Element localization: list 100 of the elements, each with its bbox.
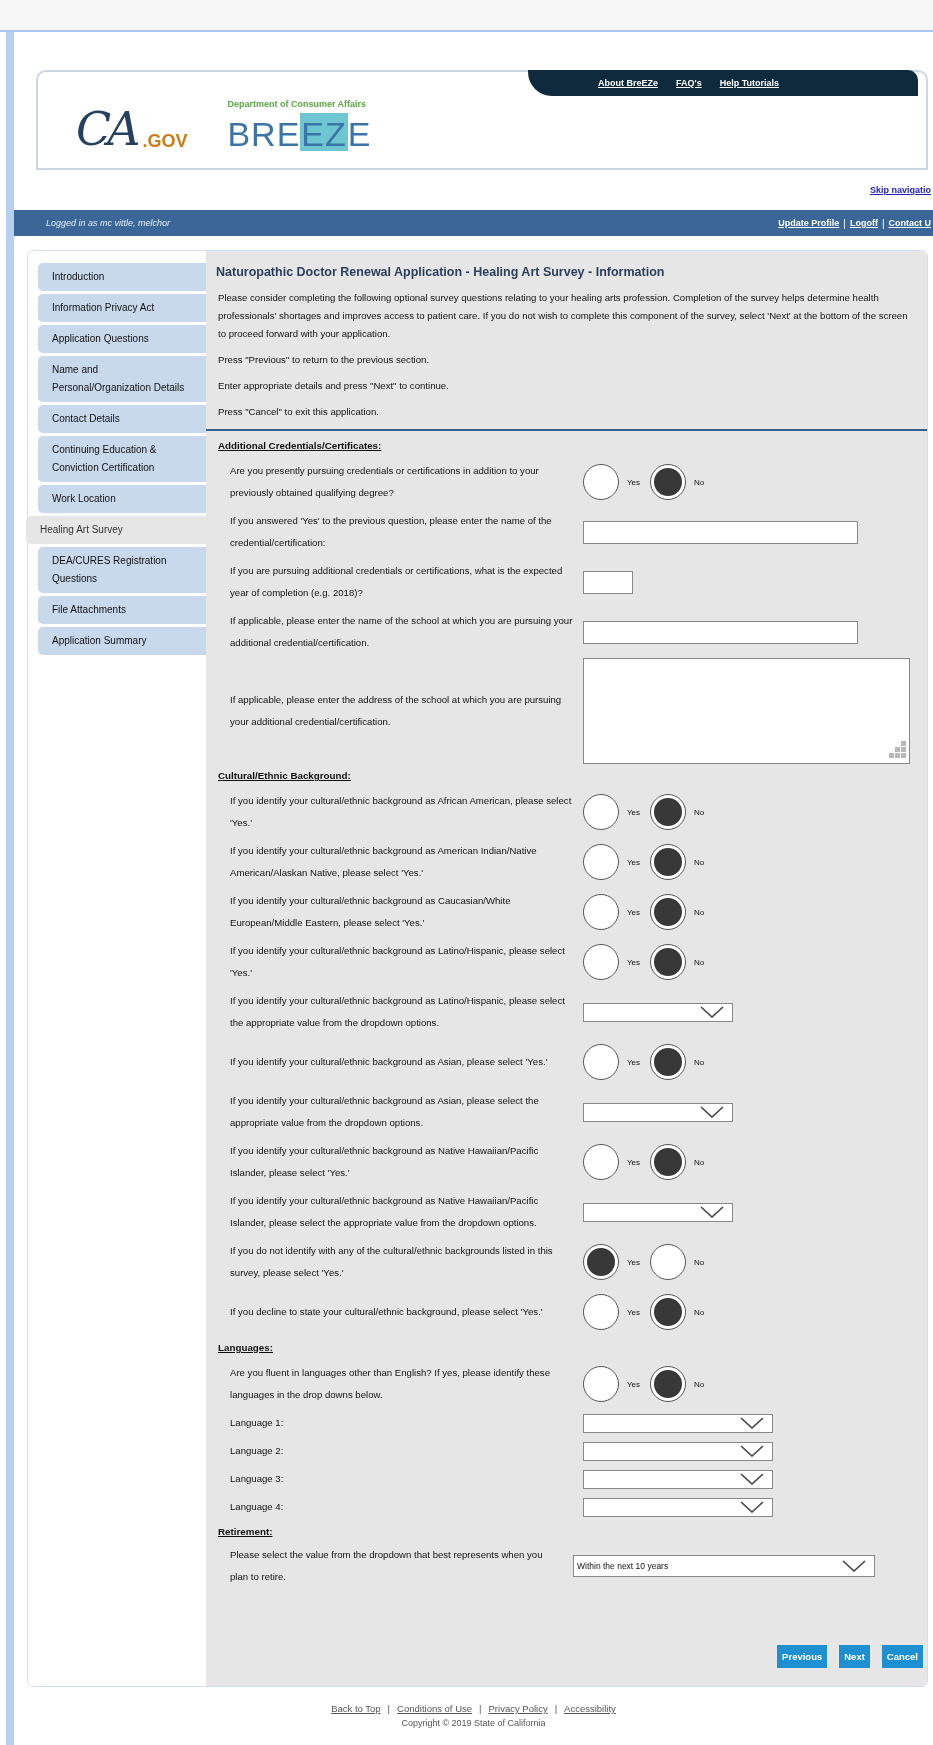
radio-button[interactable]: [583, 1366, 619, 1402]
question-text: Language 2:: [229, 1444, 285, 1458]
ca-gov-logo[interactable]: CA.GOV: [76, 88, 188, 152]
sidebar-item[interactable]: Introduction: [38, 263, 206, 291]
question-text: If you identify your cultural/ethnic background as African American, please select 'Yes.': [229, 794, 573, 830]
radio-button[interactable]: [583, 944, 619, 980]
user-link[interactable]: Contact U: [888, 218, 931, 228]
radio-button[interactable]: [583, 1244, 619, 1280]
radio-label: Yes: [627, 1057, 641, 1067]
dropdown[interactable]: Within the next 10 years: [573, 1555, 875, 1577]
sidebar-item[interactable]: File Attachments: [38, 596, 206, 624]
radio-button[interactable]: [650, 1244, 687, 1280]
dropdown[interactable]: [583, 1441, 773, 1461]
dropdown[interactable]: [583, 1002, 733, 1022]
radio-label: No: [694, 857, 705, 867]
question-text: If you do not identify with any of the cultural/ethnic backgrounds listed in this survey, please select 'Yes.': [229, 1244, 554, 1280]
header-link[interactable]: Help Tutorials: [719, 78, 779, 88]
radio-button[interactable]: [650, 1044, 687, 1080]
sidebar-item[interactable]: Healing Art Survey: [26, 516, 206, 544]
footer-link[interactable]: Conditions of Use: [397, 1703, 473, 1714]
nav-button[interactable]: Previous: [777, 1645, 828, 1668]
radio-button[interactable]: [650, 944, 687, 980]
question-text: If applicable, please enter the address of the school at which you are pursuing your additional credential/certification.: [229, 693, 563, 729]
radio-button[interactable]: [583, 894, 619, 930]
input-field[interactable]: [583, 520, 858, 544]
radio-button[interactable]: [650, 1144, 687, 1180]
radio-label: Yes: [627, 1379, 641, 1389]
question-text: If you identify your cultural/ethnic background as Latino/Hispanic, please select the appropriate value from the dropdown options.: [229, 994, 566, 1030]
radio-label: No: [694, 957, 705, 967]
instruction-text: Enter appropriate details and press "Next" to continue.: [218, 379, 450, 393]
sidebar-item[interactable]: Work Location: [38, 485, 206, 513]
sidebar-item[interactable]: Continuing Education & Conviction Certification: [38, 436, 206, 482]
radio-label: Yes: [627, 1307, 641, 1317]
sidebar-item[interactable]: Contact Details: [38, 405, 206, 433]
dropdown[interactable]: [583, 1413, 773, 1433]
radio-label: No: [694, 477, 705, 487]
breeze-logo: BREEZE: [227, 113, 372, 151]
header-link[interactable]: FAQ's: [676, 78, 702, 88]
separator: |: [843, 217, 846, 229]
radio-label: No: [694, 1379, 705, 1389]
footer-link[interactable]: Privacy Policy: [488, 1703, 548, 1714]
radio-button[interactable]: [583, 1044, 619, 1080]
radio-button[interactable]: [583, 844, 619, 880]
instruction-text: Press "Cancel" to exit this application.: [218, 405, 380, 419]
radio-label: Yes: [627, 1157, 641, 1167]
radio-button[interactable]: [650, 1366, 687, 1402]
dropdown[interactable]: [583, 1469, 773, 1489]
section-heading: Retirement:: [218, 1525, 274, 1539]
question-text: Language 3:: [229, 1472, 285, 1486]
header-link[interactable]: About BreEZe: [598, 78, 658, 88]
page-title: Naturopathic Doctor Renewal Application - Healing Art Survey - Information: [215, 264, 666, 281]
sidebar-item[interactable]: Application Questions: [38, 325, 206, 353]
sidebar-item[interactable]: Name and Personal/Organization Details: [38, 356, 206, 402]
chevron-down-icon: [740, 1501, 764, 1513]
question-text: If you identify your cultural/ethnic background as Native Hawaiian/Pacific Islander, please select the appropriate value from the dropdown options.: [229, 1194, 540, 1230]
radio-label: No: [694, 1157, 705, 1167]
section-heading: Cultural/Ethnic Background:: [218, 769, 352, 783]
radio-button[interactable]: [650, 794, 687, 830]
radio-button[interactable]: [583, 794, 619, 830]
radio-label: Yes: [627, 957, 641, 967]
question-text: If you identify your cultural/ethnic background as American Indian/Native American/Alaskan Native, please select 'Yes.': [229, 844, 538, 880]
user-link[interactable]: Logoff: [849, 218, 878, 228]
skip-navigation-link[interactable]: Skip navigatio: [870, 185, 931, 195]
input-field[interactable]: [583, 620, 858, 644]
user-link[interactable]: Update Profile: [778, 218, 840, 228]
separator: |: [554, 1703, 558, 1714]
section-heading: Additional Credentials/Certificates:: [218, 439, 383, 453]
question-text: If you identify your cultural/ethnic background as Latino/Hispanic, please select 'Yes.': [229, 944, 566, 980]
nav-button[interactable]: Cancel: [881, 1645, 923, 1668]
radio-button[interactable]: [583, 464, 619, 500]
footer-link[interactable]: Accessibility: [564, 1703, 616, 1714]
dropdown[interactable]: [583, 1102, 733, 1122]
radio-button[interactable]: [650, 894, 687, 930]
radio-button[interactable]: [650, 1294, 687, 1330]
separator: |: [881, 217, 885, 229]
dropdown[interactable]: [583, 1497, 773, 1517]
footer-link[interactable]: Back to Top: [331, 1703, 381, 1714]
question-text: Please select the value from the dropdown that best represents when you plan to retire.: [229, 1548, 544, 1584]
radio-button[interactable]: [650, 464, 687, 500]
sidebar-item[interactable]: Application Summary: [38, 627, 206, 655]
logged-in-text: Logged in as mc vittle, melchor: [46, 218, 171, 228]
chevron-down-icon: [740, 1445, 764, 1457]
radio-button[interactable]: [583, 1144, 619, 1180]
nav-button[interactable]: Next: [839, 1645, 870, 1668]
sidebar-item[interactable]: Information Privacy Act: [38, 294, 206, 322]
radio-button[interactable]: [583, 1294, 619, 1330]
address-textarea[interactable]: [583, 658, 910, 764]
sidebar-item[interactable]: DEA/CURES Registration Questions: [38, 547, 206, 593]
year-field[interactable]: [583, 570, 633, 594]
separator: |: [479, 1703, 482, 1714]
radio-button[interactable]: [650, 844, 687, 880]
question-text: Are you fluent in languages other than English? If yes, please identify these languages in the drop downs below.: [229, 1366, 551, 1402]
department-name: Department of Consumer Affairs: [227, 99, 367, 109]
radio-label: No: [694, 1057, 705, 1067]
question-text: Language 4:: [229, 1500, 285, 1514]
radio-label: Yes: [627, 907, 641, 917]
dropdown[interactable]: [583, 1202, 733, 1222]
separator: |: [387, 1703, 391, 1714]
chevron-down-icon: [700, 1106, 724, 1118]
chevron-down-icon: [842, 1560, 866, 1572]
